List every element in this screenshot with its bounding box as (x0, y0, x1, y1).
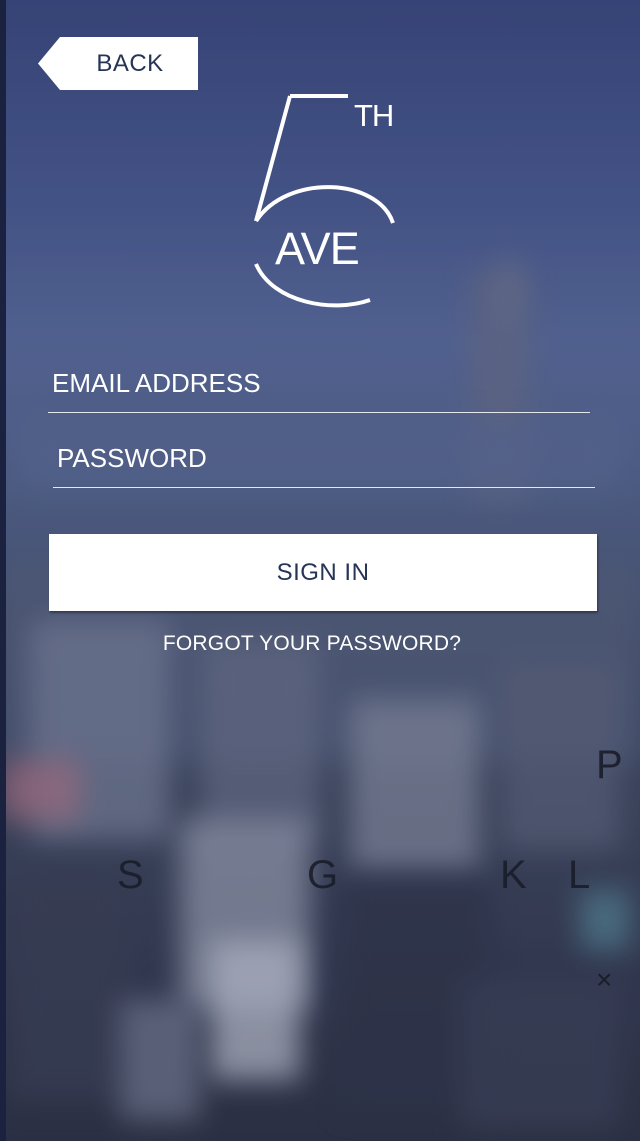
screen-edge (0, 0, 6, 1141)
back-button[interactable]: BACK (38, 37, 198, 90)
keyboard-key-k[interactable]: K (500, 855, 527, 895)
keyboard-key-l[interactable]: L (568, 855, 590, 895)
sign-in-screen: BACK TH AVE SIGN IN FORGOT YOUR PASSWORD… (0, 0, 640, 1141)
sign-in-button[interactable]: SIGN IN (49, 534, 597, 611)
logo-word: AVE (275, 223, 360, 274)
keyboard-key-g[interactable]: G (307, 855, 338, 895)
password-field[interactable] (53, 430, 595, 490)
fifth-ave-logo: TH AVE (248, 88, 408, 318)
back-button-label: BACK (96, 50, 164, 77)
password-underline (53, 486, 595, 488)
email-field[interactable] (48, 355, 590, 415)
forgot-password-link[interactable]: FORGOT YOUR PASSWORD? (0, 632, 624, 656)
keyboard-key-s[interactable]: S (117, 855, 144, 895)
logo-superscript: TH (354, 98, 394, 133)
keyboard-key-p[interactable]: P (596, 745, 623, 785)
email-underline (48, 411, 590, 413)
email-input[interactable] (48, 355, 590, 411)
password-input[interactable] (53, 430, 595, 486)
keyboard-delete-icon[interactable]: × (596, 966, 612, 994)
